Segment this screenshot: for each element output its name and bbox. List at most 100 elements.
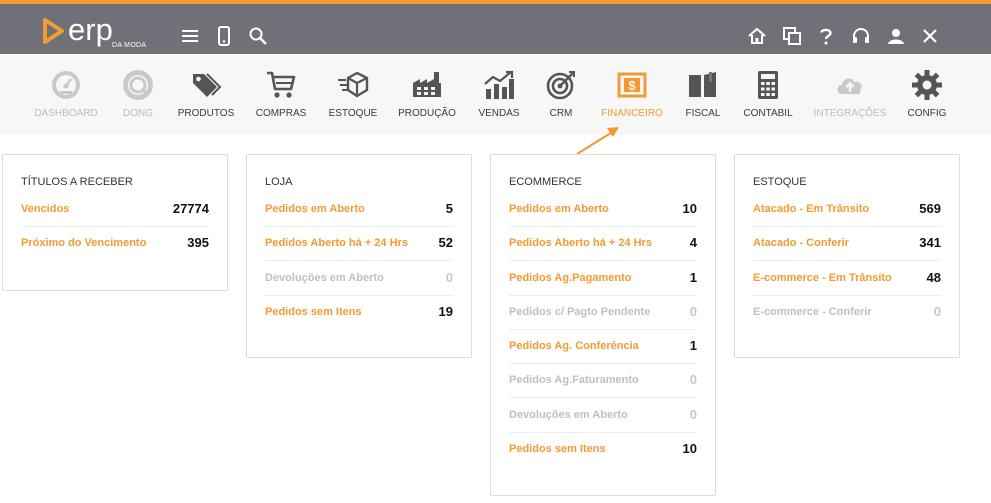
list-item[interactable]: Devoluções em Aberto 0 (265, 262, 453, 296)
row-label[interactable]: Pedidos c/ Pagto Pendente (509, 306, 650, 318)
row-label[interactable]: Pedidos sem Itens (509, 443, 606, 455)
module-integracoes[interactable]: INTEGRAÇÕES (810, 68, 890, 119)
row-label[interactable]: Pedidos sem Itens (265, 306, 362, 318)
row-value: 4 (689, 235, 697, 250)
chart-up-icon (482, 68, 516, 102)
list-item[interactable]: Pedidos sem Itens 10 (509, 433, 697, 467)
list-item[interactable]: Pedidos em Aberto 10 (509, 193, 697, 227)
row-label[interactable]: Pedidos Aberto há + 24 Hrs (265, 237, 408, 249)
module-produtos[interactable]: PRODUTOS (166, 68, 246, 119)
module-compras[interactable]: COMPRAS (241, 68, 321, 119)
list-item[interactable]: Vencidos 27774 (21, 193, 209, 227)
dong-icon (121, 68, 155, 102)
module-label: COMPRAS (255, 108, 307, 119)
row-label[interactable]: Devoluções em Aberto (265, 272, 384, 284)
module-label: PRODUÇÃO (398, 108, 456, 119)
row-label[interactable]: E-commerce - Em Trânsito (753, 272, 892, 284)
gauge-icon (49, 68, 83, 102)
card-title: LOJA (265, 176, 293, 188)
logo-play-icon (43, 18, 64, 44)
card-ecommerce: ECOMMERCE Pedidos em Aberto 10 Pedidos A… (490, 154, 716, 496)
top-bar: erp DA MODA (0, 0, 991, 54)
list-item[interactable]: Atacado - Conferir 341 (753, 227, 941, 261)
list-item[interactable]: Pedidos Aberto há + 24 Hrs 4 (509, 227, 697, 261)
module-label: DONG (123, 108, 153, 119)
list-item[interactable]: Próximo do Vencimento 395 (21, 227, 209, 261)
list-item[interactable]: Devoluções em Aberto 0 (509, 399, 697, 433)
row-value: 10 (682, 441, 697, 456)
row-value: 0 (689, 407, 697, 422)
row-value: 48 (926, 270, 941, 285)
row-value: 5 (445, 201, 453, 216)
list-item[interactable]: Pedidos Aberto há + 24 Hrs 52 (265, 227, 453, 261)
module-label: CRM (549, 108, 573, 119)
list-item[interactable]: Pedidos Ag. Conferência 1 (509, 330, 697, 364)
tags-icon (189, 68, 223, 102)
module-label: CONTABIL (743, 108, 793, 119)
home-icon[interactable] (746, 25, 768, 47)
row-label[interactable]: Próximo do Vencimento (21, 237, 146, 249)
cloud-upload-icon (833, 68, 867, 102)
row-value: 0 (933, 304, 941, 319)
card-title: ECOMMERCE (509, 176, 582, 188)
erp-logo[interactable]: erp DA MODA (42, 14, 146, 50)
target-icon (544, 68, 578, 102)
row-label[interactable]: Vencidos (21, 203, 69, 215)
card-title: ESTOQUE (753, 176, 807, 188)
user-icon[interactable] (885, 25, 907, 47)
row-value: 27774 (172, 201, 209, 216)
list-item[interactable]: E-commerce - Em Trânsito 48 (753, 262, 941, 296)
row-value: 0 (445, 270, 453, 285)
row-value: 52 (438, 235, 453, 250)
row-label[interactable]: Atacado - Em Trânsito (753, 203, 869, 215)
logo-subtext: DA MODA (112, 42, 147, 49)
row-label[interactable]: Atacado - Conferir (753, 237, 849, 249)
mobile-icon[interactable] (213, 25, 235, 47)
menu-icon[interactable] (179, 25, 201, 47)
card-titulos-a-receber: TÍTULOS A RECEBER Vencidos 27774 Próximo… (2, 154, 228, 291)
module-dashboard[interactable]: DASHBOARD (26, 68, 106, 119)
row-value: 395 (187, 235, 209, 250)
row-value: 569 (919, 201, 941, 216)
row-label[interactable]: Pedidos Aberto há + 24 Hrs (509, 237, 652, 249)
row-label[interactable]: Pedidos em Aberto (509, 203, 609, 215)
module-label: CONFIG (907, 108, 947, 119)
module-label: VENDAS (478, 108, 520, 119)
help-icon[interactable] (815, 25, 837, 47)
row-value: 1 (689, 338, 697, 353)
headset-icon[interactable] (850, 25, 872, 47)
card-loja: LOJA Pedidos em Aberto 5 Pedidos Aberto … (246, 154, 472, 358)
row-value: 341 (919, 235, 941, 250)
list-item[interactable]: Pedidos c/ Pagto Pendente 0 (509, 296, 697, 330)
module-label: PRODUTOS (177, 108, 235, 119)
row-value: 10 (682, 201, 697, 216)
list-item[interactable]: Pedidos sem Itens 19 (265, 296, 453, 330)
module-config[interactable]: CONFIG (887, 68, 967, 119)
erp-dashboard: erp DA MODA DASHBOARD DONG PRODUTOS COMP… (0, 0, 991, 503)
list-item[interactable]: Pedidos Ag.Faturamento 0 (509, 364, 697, 398)
list-item[interactable]: Pedidos Ag.Pagamento 1 (509, 262, 697, 296)
row-label[interactable]: Pedidos Ag. Conferência (509, 340, 639, 352)
row-label[interactable]: Pedidos Ag.Faturamento (509, 374, 639, 386)
money-icon: $ (615, 68, 649, 102)
row-value: 1 (689, 270, 697, 285)
module-estoque[interactable]: ESTOQUE (313, 68, 393, 119)
list-item[interactable]: Atacado - Em Trânsito 569 (753, 193, 941, 227)
row-label[interactable]: Devoluções em Aberto (509, 409, 628, 421)
windows-icon[interactable] (781, 25, 803, 47)
module-label: DASHBOARD (34, 108, 98, 119)
module-financeiro[interactable]: $ FINANCEIRO (592, 68, 672, 119)
row-label[interactable]: Pedidos em Aberto (265, 203, 365, 215)
search-icon[interactable] (247, 25, 269, 47)
module-crm[interactable]: CRM (521, 68, 601, 119)
close-icon[interactable] (919, 25, 941, 47)
module-contabil[interactable]: CONTABIL (728, 68, 808, 119)
module-producao[interactable]: PRODUÇÃO (387, 68, 467, 119)
row-label[interactable]: E-commerce - Conferir (753, 306, 872, 318)
row-label[interactable]: Pedidos Ag.Pagamento (509, 272, 631, 284)
row-value: 0 (689, 372, 697, 387)
module-label: FINANCEIRO (601, 108, 663, 119)
list-item[interactable]: Pedidos em Aberto 5 (265, 193, 453, 227)
list-item[interactable]: E-commerce - Conferir 0 (753, 296, 941, 330)
svg-text:$: $ (628, 78, 636, 93)
